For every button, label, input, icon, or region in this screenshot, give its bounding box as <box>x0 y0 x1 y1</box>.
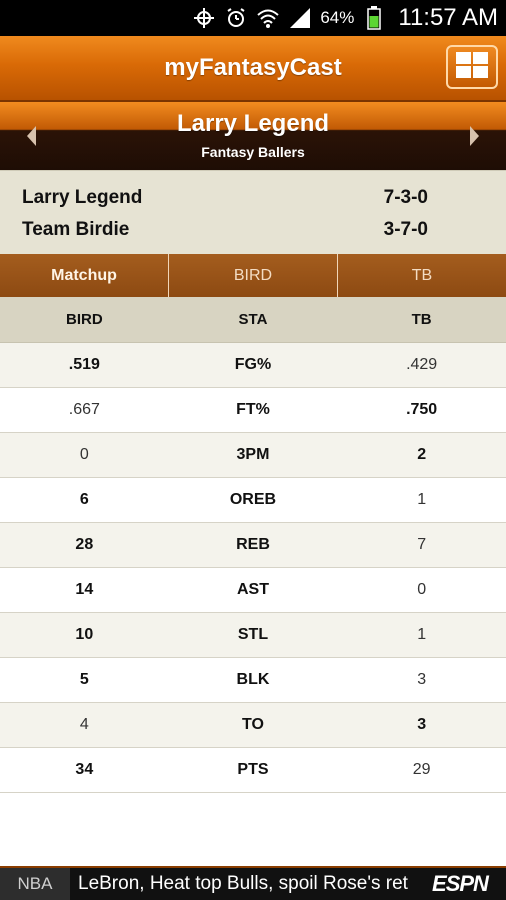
clock: 11:57 AM <box>398 4 498 31</box>
league-name: Fantasy Ballers <box>201 144 305 160</box>
column-header-category: STA <box>238 311 268 328</box>
wifi-icon <box>256 6 280 30</box>
stat-category: 3PM <box>236 446 270 463</box>
stat-right-value: .429 <box>406 356 438 373</box>
stat-left-value: 4 <box>79 716 89 733</box>
record-row: Larry Legend 7-3-0 <box>22 187 428 209</box>
stat-left-value: 10 <box>75 626 94 643</box>
stat-left-value: 5 <box>79 671 89 688</box>
stat-right-value: 2 <box>417 446 427 463</box>
menu-grid-button[interactable] <box>446 45 498 89</box>
stat-category: STL <box>237 626 269 643</box>
espn-logo: ESPN <box>414 868 506 900</box>
stat-right-value: 1 <box>417 626 427 643</box>
stat-right-value: 1 <box>417 491 427 508</box>
table-row: 4 TO 3 <box>0 703 506 748</box>
stat-left-value: 34 <box>75 761 94 778</box>
stat-category: FG% <box>234 356 272 373</box>
stat-left-value: 14 <box>75 581 94 598</box>
matchup-records: Larry Legend 7-3-0 Team Birdie 3-7-0 <box>0 170 506 254</box>
table-row: 28 REB 7 <box>0 523 506 568</box>
column-header-left: BIRD <box>65 311 103 328</box>
table-row: 5 BLK 3 <box>0 658 506 703</box>
battery-icon <box>362 6 386 30</box>
grid-icon <box>455 51 489 84</box>
record-row: Team Birdie 3-7-0 <box>22 219 428 241</box>
table-row: 14 AST 0 <box>0 568 506 613</box>
tab-bird[interactable]: BIRD <box>168 254 337 297</box>
record-team-name: Team Birdie <box>22 219 130 240</box>
stat-left-value: 6 <box>79 491 89 508</box>
stat-category: BLK <box>236 671 270 688</box>
column-header-right: TB <box>411 311 432 328</box>
table-row: 34 PTS 29 <box>0 748 506 793</box>
stat-category: OREB <box>229 491 277 508</box>
record-value: 7-3-0 <box>383 187 428 208</box>
stat-category: PTS <box>237 761 269 778</box>
table-row: 6 OREB 1 <box>0 478 506 523</box>
ticker-sport: NBA <box>0 868 70 900</box>
stat-right-value: 7 <box>417 536 427 553</box>
stat-left-value: 28 <box>75 536 94 553</box>
app-title: myFantasyCast <box>164 54 342 81</box>
stat-right-value: 29 <box>412 761 431 778</box>
view-tabs: Matchup BIRD TB <box>0 254 506 297</box>
stat-right-value: 3 <box>417 671 427 688</box>
stat-right-value: 3 <box>417 716 427 733</box>
stats-header: BIRD STA TB <box>0 297 506 343</box>
team-name: Larry Legend <box>176 110 330 137</box>
chevron-right-icon[interactable] <box>466 124 482 148</box>
stats-table: BIRD STA TB .519 FG% .429 .667 FT% .750 0 3PM 2 6… <box>0 297 506 793</box>
battery-percent: 64% <box>320 8 355 27</box>
tab-tb[interactable]: TB <box>337 254 506 297</box>
stat-left-value: .519 <box>68 356 100 373</box>
stat-category: REB <box>236 536 270 553</box>
table-row: .667 FT% .750 <box>0 388 506 433</box>
tab-matchup[interactable]: Matchup <box>0 254 168 297</box>
table-row: 10 STL 1 <box>0 613 506 658</box>
status-bar: 64% 11:57 AM <box>0 0 506 36</box>
stat-category: AST <box>236 581 269 598</box>
table-row: 0 3PM 2 <box>0 433 506 478</box>
stat-category: FT% <box>236 401 270 418</box>
alarm-icon <box>224 6 248 30</box>
team-navigator: Larry Legend Fantasy Ballers <box>0 102 506 170</box>
gps-icon <box>192 6 216 30</box>
stat-right-value: 0 <box>417 581 427 598</box>
app-header: myFantasyCast <box>0 36 506 102</box>
stat-left-value: .667 <box>68 401 100 418</box>
stat-left-value: 0 <box>79 446 89 463</box>
signal-icon <box>288 6 312 30</box>
record-team-name: Larry Legend <box>22 187 143 208</box>
news-ticker[interactable]: NBA LeBron, Heat top Bulls, spoil Rose's… <box>0 866 506 900</box>
stat-rows: .519 FG% .429 .667 FT% .750 0 3PM 2 6 OREB 1 28 REB 7 1… <box>0 343 506 793</box>
stat-right-value: .750 <box>406 401 438 418</box>
stat-category: TO <box>242 716 264 733</box>
record-value: 3-7-0 <box>383 219 428 240</box>
table-row: .519 FG% .429 <box>0 343 506 388</box>
